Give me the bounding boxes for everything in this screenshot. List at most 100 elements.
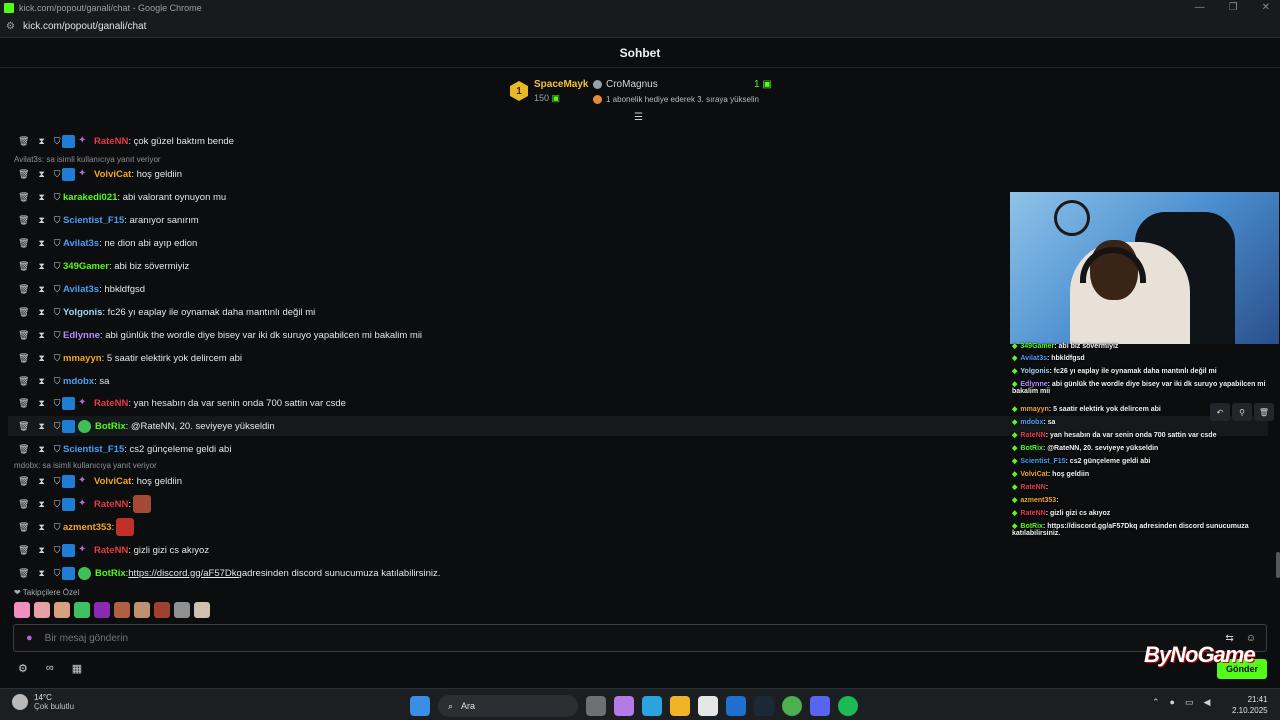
- restore-icon[interactable]: ❐: [1229, 2, 1238, 13]
- timeout-icon[interactable]: ⧗: [38, 444, 44, 455]
- emote[interactable]: [154, 602, 170, 618]
- username[interactable]: RateNN: [94, 398, 128, 409]
- windows-start-icon[interactable]: [410, 696, 430, 716]
- site-info-icon[interactable]: ⚙: [6, 21, 15, 32]
- trash-icon[interactable]: 🗑: [18, 284, 29, 295]
- username[interactable]: mmayyn: [63, 353, 102, 364]
- spotify-icon[interactable]: [838, 696, 858, 716]
- trash-icon[interactable]: 🗑: [18, 192, 29, 203]
- trash-icon[interactable]: 🗑: [18, 215, 29, 226]
- emote[interactable]: [114, 602, 130, 618]
- emote[interactable]: [54, 602, 70, 618]
- volume-icon[interactable]: ◀: [1204, 697, 1211, 708]
- chat-message[interactable]: 🗑 ⧗ ⛉ Avilat3s: hbkldfgsd: [0, 279, 145, 299]
- timeout-icon[interactable]: ⧗: [38, 376, 44, 387]
- shield-icon[interactable]: ⛉: [54, 192, 61, 203]
- trash-icon[interactable]: 🗑: [18, 353, 29, 364]
- trash-icon[interactable]: 🗑: [18, 136, 29, 147]
- timeout-icon[interactable]: ⧗: [38, 238, 44, 249]
- close-icon[interactable]: ✕: [1262, 2, 1270, 13]
- username[interactable]: Scientist_F15: [63, 215, 124, 226]
- emote[interactable]: [34, 602, 50, 618]
- timeout-icon[interactable]: ⧗: [38, 284, 44, 295]
- shield-icon[interactable]: ⛉: [54, 136, 61, 147]
- shield-icon[interactable]: ⛉: [54, 444, 61, 455]
- username[interactable]: azment353: [63, 522, 112, 533]
- username[interactable]: BotRix: [95, 568, 126, 579]
- message-input[interactable]: [44, 632, 1195, 644]
- timeout-icon[interactable]: ⧗: [38, 421, 44, 432]
- shield-icon[interactable]: ⛉: [54, 568, 61, 579]
- chat-message[interactable]: 🗑 ⧗ ⛉ Edlynne: abi günlük the wordle diye b…: [0, 325, 422, 345]
- username[interactable]: karakedi021: [63, 192, 117, 203]
- shield-icon[interactable]: ⛉: [54, 376, 61, 387]
- chat-message[interactable]: 🗑 ⧗ ⛉ ✦ RateNN: yan hesabın da var senin ond…: [0, 393, 346, 413]
- timeout-icon[interactable]: ⧗: [38, 499, 44, 510]
- username[interactable]: VolviCat: [94, 169, 131, 180]
- url-text[interactable]: kick.com/popout/ganali/chat: [23, 21, 146, 32]
- emote[interactable]: [94, 602, 110, 618]
- chat-message[interactable]: 🗑 ⧗ ⛉ Scientist_F15: cs2 günçeleme geldi ab…: [0, 439, 231, 459]
- minimize-icon[interactable]: —: [1195, 2, 1205, 13]
- weather-widget[interactable]: 14°C Çok bulutlu: [12, 693, 74, 711]
- reply-icon[interactable]: ↶: [1210, 403, 1230, 421]
- settings-icon[interactable]: ⚙: [18, 662, 28, 675]
- chat-message[interactable]: 🗑 ⧗ ⛉ BotRix: https://discord.gg/aF57Dkq ad…: [0, 563, 440, 583]
- edge-icon[interactable]: [642, 696, 662, 716]
- collapse-banner-icon[interactable]: ☰: [634, 112, 643, 123]
- top-gifter-name[interactable]: SpaceMayk: [534, 79, 588, 90]
- timeout-icon[interactable]: ⧗: [38, 476, 44, 487]
- file-explorer-icon[interactable]: [670, 696, 690, 716]
- chat-message[interactable]: 🗑 ⧗ ⛉ ✦ VolviCat: hoş geldiin: [0, 471, 182, 491]
- microphone-icon[interactable]: ●: [26, 632, 33, 644]
- trash-icon[interactable]: 🗑: [18, 522, 29, 533]
- timeout-icon[interactable]: ⧗: [38, 136, 44, 147]
- timeout-icon[interactable]: ⧗: [38, 215, 44, 226]
- steam-icon[interactable]: [754, 696, 774, 716]
- trash-icon[interactable]: 🗑: [18, 398, 29, 409]
- network-icon[interactable]: ▭: [1185, 697, 1194, 708]
- chat-message[interactable]: 🗑 ⧗ ⛉ ✦ RateNN:: [0, 494, 151, 514]
- timeout-icon[interactable]: ⧗: [38, 522, 44, 533]
- shield-icon[interactable]: ⛉: [54, 499, 61, 510]
- chat-message[interactable]: 🗑 ⧗ ⛉ Scientist_F15: aranıyor sanırım: [0, 210, 199, 230]
- timeout-icon[interactable]: ⧗: [38, 192, 44, 203]
- username[interactable]: VolviCat: [94, 476, 131, 487]
- emote[interactable]: [132, 495, 151, 513]
- shield-icon[interactable]: ⛉: [54, 353, 61, 364]
- shield-icon[interactable]: ⛉: [54, 261, 61, 272]
- pin-icon[interactable]: ⚲: [1232, 403, 1252, 421]
- chat-message[interactable]: 🗑 ⧗ ⛉ ✦ RateNN: gizli gizi cs akıyoz: [0, 540, 209, 560]
- timeout-icon[interactable]: ⧗: [38, 353, 44, 364]
- discord-icon[interactable]: [810, 696, 830, 716]
- trash-icon[interactable]: 🗑: [18, 499, 29, 510]
- chat-message[interactable]: 🗑 ⧗ ⛉ Avilat3s: ne dion abi ayıp edion: [0, 233, 197, 253]
- shield-icon[interactable]: ⛉: [54, 215, 61, 226]
- shield-icon[interactable]: ⛉: [54, 545, 61, 556]
- username[interactable]: Edlynne: [63, 330, 100, 341]
- timeout-icon[interactable]: ⧗: [38, 568, 44, 579]
- trash-icon[interactable]: 🗑: [18, 545, 29, 556]
- shield-icon[interactable]: ⛉: [54, 284, 61, 295]
- username[interactable]: RateNN: [94, 545, 128, 556]
- chat-message[interactable]: 🗑 ⧗ ⛉ 349Gamer: abi biz sövermiyiz: [0, 256, 189, 276]
- mic-tray-icon[interactable]: ●: [1170, 697, 1175, 708]
- shield-icon[interactable]: ⛉: [54, 398, 61, 409]
- trash-icon[interactable]: 🗑: [18, 261, 29, 272]
- outlook-icon[interactable]: [726, 696, 746, 716]
- chat-message[interactable]: 🗑 ⧗ ⛉ Yolgonis: fc26 yı eaplay ile oynamak …: [0, 302, 315, 322]
- shield-icon[interactable]: ⛉: [54, 307, 61, 318]
- username[interactable]: RateNN: [94, 499, 128, 510]
- emote[interactable]: [14, 602, 30, 618]
- trash-icon[interactable]: 🗑: [18, 307, 29, 318]
- trash-icon[interactable]: 🗑: [18, 444, 29, 455]
- clock[interactable]: 21:41 2.10.2025: [1232, 694, 1268, 716]
- infinity-icon[interactable]: ∞: [46, 662, 54, 675]
- trash-icon[interactable]: 🗑: [18, 330, 29, 341]
- emote[interactable]: [174, 602, 190, 618]
- discord-link[interactable]: https://discord.gg/aF57Dkq: [128, 568, 242, 579]
- shield-icon[interactable]: ⛉: [54, 522, 61, 533]
- chrome-icon[interactable]: [782, 696, 802, 716]
- shield-icon[interactable]: ⛉: [54, 476, 61, 487]
- trash-icon[interactable]: 🗑: [18, 568, 29, 579]
